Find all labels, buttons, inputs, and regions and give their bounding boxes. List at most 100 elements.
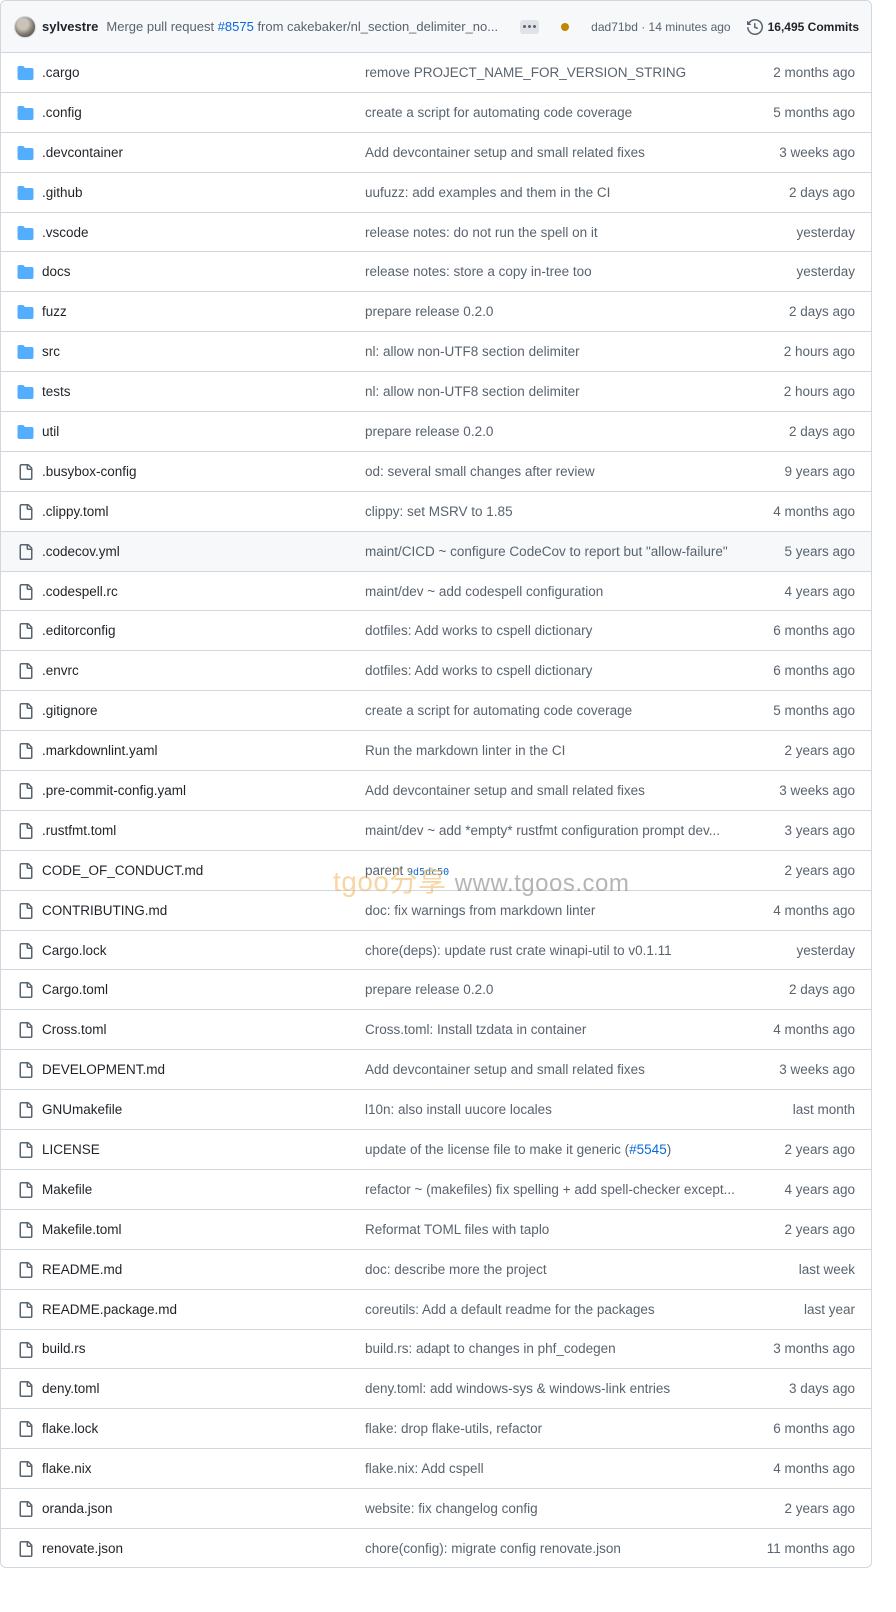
file-row[interactable]: tests nl: allow non-UTF8 section delimite… <box>1 372 871 413</box>
file-commit-message[interactable]: maint/dev ~ add *empty* rustfmt configur… <box>365 823 737 838</box>
file-name-link[interactable]: src <box>42 344 60 359</box>
file-name-link[interactable]: .cargo <box>42 65 80 80</box>
file-name-link[interactable]: build.rs <box>42 1341 86 1356</box>
file-row[interactable]: .github uufuzz: add examples and them in … <box>1 173 871 213</box>
pr-link[interactable]: #5545 <box>629 1142 667 1157</box>
file-commit-message[interactable]: doc: fix warnings from markdown linter <box>365 903 737 918</box>
file-commit-message[interactable]: nl: allow non-UTF8 section delimiter <box>365 344 737 359</box>
commit-date[interactable]: yesterday <box>796 225 855 240</box>
commit-date[interactable]: 5 years ago <box>784 544 855 559</box>
commit-date[interactable]: 2 years ago <box>784 743 855 758</box>
file-name-link[interactable]: renovate.json <box>42 1541 123 1556</box>
file-name-link[interactable]: README.md <box>42 1262 122 1277</box>
file-name-link[interactable]: LICENSE <box>42 1142 100 1157</box>
file-row[interactable]: flake.lock flake: drop flake-utils, refac… <box>1 1409 871 1450</box>
expand-message-button[interactable] <box>519 19 540 34</box>
file-commit-message[interactable]: uufuzz: add examples and them in the CI <box>365 185 737 200</box>
file-commit-message[interactable]: dotfiles: Add works to cspell dictionary <box>365 663 737 678</box>
file-name-link[interactable]: README.package.md <box>42 1302 177 1317</box>
file-row[interactable]: Cargo.lock chore(deps): update rust crate… <box>1 931 871 971</box>
commit-date[interactable]: 3 weeks ago <box>779 1062 855 1077</box>
commit-date[interactable]: 2 years ago <box>784 863 855 878</box>
commit-date[interactable]: 4 months ago <box>773 903 855 918</box>
file-row[interactable]: .markdownlint.yaml Run the markdown linte… <box>1 731 871 772</box>
file-commit-message[interactable]: Reformat TOML files with taplo <box>365 1222 737 1237</box>
file-name-link[interactable]: .envrc <box>42 663 79 678</box>
file-row[interactable]: .codecov.yml maint/CICD ~ configure CodeC… <box>1 531 871 572</box>
file-row[interactable]: GNUmakefile l10n: also install uucore loc… <box>1 1090 871 1131</box>
file-name-link[interactable]: .github <box>42 185 83 200</box>
file-commit-message[interactable]: deny.toml: add windows-sys & windows-lin… <box>365 1381 737 1396</box>
commit-date[interactable]: 6 months ago <box>773 1421 855 1436</box>
file-row[interactable]: .editorconfig dotfiles: Add works to cspe… <box>1 611 871 652</box>
file-commit-message[interactable]: od: several small changes after review <box>365 464 737 479</box>
file-name-link[interactable]: .busybox-config <box>42 464 137 479</box>
file-row[interactable]: .clippy.toml clippy: set MSRV to 1.85 4 mo… <box>1 492 871 532</box>
file-row[interactable]: util prepare release 0.2.0 2 days ago <box>1 412 871 452</box>
file-name-link[interactable]: .markdownlint.yaml <box>42 743 158 758</box>
file-name-link[interactable]: .codecov.yml <box>42 544 120 559</box>
commit-date[interactable]: 4 years ago <box>784 584 855 599</box>
commit-date[interactable]: 3 years ago <box>784 823 855 838</box>
file-commit-message[interactable]: Add devcontainer setup and small related… <box>365 1062 737 1077</box>
commit-date[interactable]: yesterday <box>796 943 855 958</box>
commit-date[interactable]: last year <box>804 1302 855 1317</box>
file-row[interactable]: CODE_OF_CONDUCT.md parent 9d5dc50 2 years … <box>1 851 871 891</box>
file-name-link[interactable]: CONTRIBUTING.md <box>42 903 167 918</box>
commit-date[interactable]: 5 months ago <box>773 105 855 120</box>
file-commit-message[interactable]: Add devcontainer setup and small related… <box>365 783 737 798</box>
commit-date[interactable]: 2 years ago <box>784 1142 855 1157</box>
file-row[interactable]: fuzz prepare release 0.2.0 2 days ago <box>1 292 871 333</box>
commit-date[interactable]: 2 hours ago <box>784 384 855 399</box>
commit-message[interactable]: Merge pull request #8575 from cakebaker/… <box>106 19 511 34</box>
file-commit-message[interactable]: chore(config): migrate config renovate.j… <box>365 1541 737 1556</box>
file-row[interactable]: .envrc dotfiles: Add works to cspell dict… <box>1 651 871 692</box>
file-name-link[interactable]: deny.toml <box>42 1381 100 1396</box>
commit-date[interactable]: 4 years ago <box>784 1182 855 1197</box>
file-commit-message[interactable]: Add devcontainer setup and small related… <box>365 145 737 160</box>
file-commit-message[interactable]: build.rs: adapt to changes in phf_codege… <box>365 1341 737 1356</box>
file-commit-message[interactable]: refactor ~ (makefiles) fix spelling + ad… <box>365 1182 737 1197</box>
file-commit-message[interactable]: doc: describe more the project <box>365 1262 737 1277</box>
file-commit-message[interactable]: update of the license file to make it ge… <box>365 1142 737 1157</box>
file-name-link[interactable]: util <box>42 424 59 439</box>
commit-date[interactable]: 3 weeks ago <box>779 145 855 160</box>
file-row[interactable]: Makefile refactor ~ (makefiles) fix spell… <box>1 1170 871 1210</box>
commit-date[interactable]: 2 days ago <box>789 185 855 200</box>
commits-link[interactable]: 16,495 Commits <box>746 18 859 35</box>
file-name-link[interactable]: CODE_OF_CONDUCT.md <box>42 863 203 878</box>
commit-sha-time[interactable]: dad71bd · 14 minutes ago <box>591 20 730 34</box>
commit-date[interactable]: 3 weeks ago <box>779 783 855 798</box>
commit-date[interactable]: 6 months ago <box>773 623 855 638</box>
commit-date[interactable]: 3 months ago <box>773 1341 855 1356</box>
commit-date[interactable]: 2 days ago <box>789 304 855 319</box>
commit-date[interactable]: 2 days ago <box>789 982 855 997</box>
file-commit-message[interactable]: website: fix changelog config <box>365 1501 737 1516</box>
file-row[interactable]: README.md doc: describe more the project l… <box>1 1250 871 1290</box>
file-commit-message[interactable]: coreutils: Add a default readme for the … <box>365 1302 737 1317</box>
commit-author[interactable]: sylvestre <box>42 19 98 34</box>
commit-date[interactable]: yesterday <box>796 264 855 279</box>
file-commit-message[interactable]: nl: allow non-UTF8 section delimiter <box>365 384 737 399</box>
file-name-link[interactable]: docs <box>42 264 71 279</box>
file-row[interactable]: Makefile.toml Reformat TOML files with ta… <box>1 1210 871 1250</box>
file-row[interactable]: docs release notes: store a copy in-tree … <box>1 252 871 293</box>
commit-date[interactable]: 6 months ago <box>773 663 855 678</box>
file-name-link[interactable]: flake.lock <box>42 1421 98 1436</box>
file-commit-message[interactable]: create a script for automating code cove… <box>365 703 737 718</box>
file-row[interactable]: .pre-commit-config.yaml Add devcontainer … <box>1 771 871 811</box>
file-commit-message[interactable]: release notes: do not run the spell on i… <box>365 225 737 240</box>
file-name-link[interactable]: flake.nix <box>42 1461 92 1476</box>
file-name-link[interactable]: oranda.json <box>42 1501 113 1516</box>
file-row[interactable]: .config create a script for automating co… <box>1 93 871 133</box>
file-commit-message[interactable]: Cross.toml: Install tzdata in container <box>365 1022 737 1037</box>
file-name-link[interactable]: DEVELOPMENT.md <box>42 1062 165 1077</box>
commit-sha-link[interactable]: 9d5dc50 <box>407 867 449 878</box>
file-name-link[interactable]: .pre-commit-config.yaml <box>42 783 186 798</box>
file-row[interactable]: .gitignore create a script for automating… <box>1 691 871 732</box>
file-name-link[interactable]: .codespell.rc <box>42 584 118 599</box>
file-row[interactable]: flake.nix flake.nix: Add cspell 4 months a… <box>1 1449 871 1490</box>
commit-date[interactable]: last week <box>799 1262 855 1277</box>
file-row[interactable]: .codespell.rc maint/dev ~ add codespell c… <box>1 572 871 612</box>
file-name-link[interactable]: .clippy.toml <box>42 504 109 519</box>
